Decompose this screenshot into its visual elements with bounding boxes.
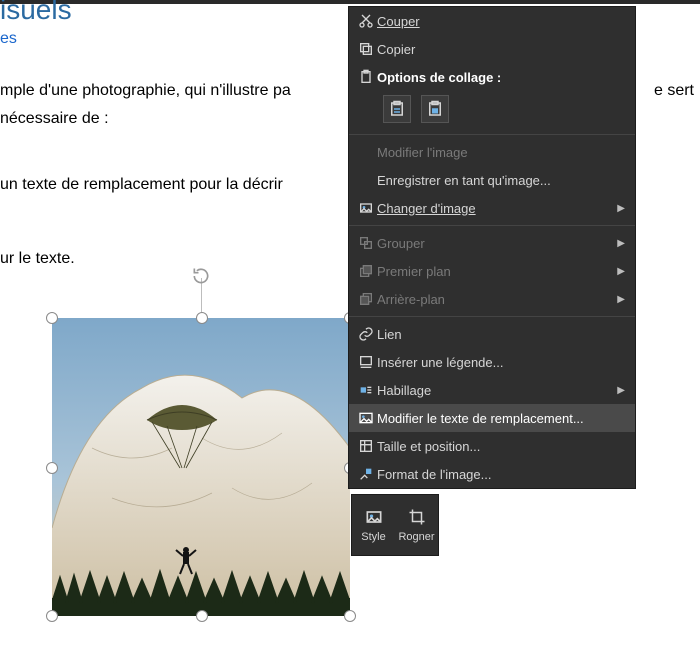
menu-bring-front: Premier plan ▶ bbox=[349, 257, 635, 285]
group-icon bbox=[355, 235, 377, 251]
chevron-right-icon: ▶ bbox=[613, 266, 625, 277]
menu-insert-caption[interactable]: Insérer une légende... bbox=[349, 348, 635, 376]
paste-options-row bbox=[349, 91, 635, 131]
style-icon bbox=[364, 507, 384, 527]
menu-wrap[interactable]: Habillage ▶ bbox=[349, 376, 635, 404]
menu-change-image-label: Changer d'image bbox=[377, 201, 613, 216]
chevron-right-icon: ▶ bbox=[613, 385, 625, 396]
paste-option-picture[interactable] bbox=[421, 95, 449, 123]
menu-bring-front-label: Premier plan bbox=[377, 264, 613, 279]
format-icon bbox=[355, 466, 377, 482]
resize-handle-bl[interactable] bbox=[46, 610, 58, 622]
crop-icon bbox=[408, 507, 426, 527]
clipboard-icon bbox=[355, 69, 377, 85]
copy-icon bbox=[355, 41, 377, 57]
resize-handle-tl[interactable] bbox=[46, 312, 58, 324]
menu-alt-text[interactable]: Modifier le texte de remplacement... bbox=[349, 404, 635, 432]
chevron-right-icon: ▶ bbox=[613, 238, 625, 249]
resize-handle-l[interactable] bbox=[46, 462, 58, 474]
caption-icon bbox=[355, 354, 377, 370]
mini-toolbar-crop-label: Rogner bbox=[398, 531, 434, 543]
body-text-line-2: nécessaire de : bbox=[0, 110, 109, 128]
menu-size-position[interactable]: Taille et position... bbox=[349, 432, 635, 460]
menu-copy[interactable]: Copier bbox=[349, 35, 635, 63]
link-icon bbox=[355, 326, 377, 342]
context-menu: Couper Copier Options de collage : Modif… bbox=[348, 6, 636, 489]
menu-group-label: Grouper bbox=[377, 236, 613, 251]
menu-cut[interactable]: Couper bbox=[349, 7, 635, 35]
menu-wrap-label: Habillage bbox=[377, 383, 613, 398]
menu-group: Grouper ▶ bbox=[349, 229, 635, 257]
menu-paste-header-label: Options de collage : bbox=[377, 70, 625, 85]
menu-send-back-label: Arrière-plan bbox=[377, 292, 613, 307]
menu-alt-text-label: Modifier le texte de remplacement... bbox=[377, 411, 625, 426]
heading-fragment: isuels bbox=[0, 0, 72, 26]
menu-change-image[interactable]: Changer d'image ▶ bbox=[349, 194, 635, 222]
alt-text-icon bbox=[355, 410, 377, 426]
bring-front-icon bbox=[355, 263, 377, 279]
resize-handle-t[interactable] bbox=[196, 312, 208, 324]
menu-insert-caption-label: Insérer une légende... bbox=[377, 355, 625, 370]
menu-format-image[interactable]: Format de l'image... bbox=[349, 460, 635, 488]
body-text-line-3: un texte de remplacement pour la décrir bbox=[0, 176, 283, 194]
menu-format-image-label: Format de l'image... bbox=[377, 467, 625, 482]
menu-cut-label: Couper bbox=[377, 14, 625, 29]
menu-save-as-image[interactable]: Enregistrer en tant qu'image... bbox=[349, 166, 635, 194]
parachute-photo bbox=[52, 318, 350, 616]
mini-toolbar-style-label: Style bbox=[361, 531, 385, 543]
change-image-icon bbox=[355, 200, 377, 216]
menu-separator bbox=[349, 134, 635, 135]
menu-send-back: Arrière-plan ▶ bbox=[349, 285, 635, 313]
rotation-handle[interactable] bbox=[191, 266, 211, 286]
menu-save-as-image-label: Enregistrer en tant qu'image... bbox=[377, 173, 625, 188]
menu-separator bbox=[349, 225, 635, 226]
link-fragment[interactable]: es bbox=[0, 30, 17, 48]
mini-toolbar-crop[interactable]: Rogner bbox=[395, 495, 438, 555]
body-text-line-1: mple d'une photographie, qui n'illustre … bbox=[0, 82, 291, 100]
menu-link-label: Lien bbox=[377, 327, 625, 342]
mini-toolbar: Style Rogner bbox=[351, 494, 439, 556]
menu-paste-header: Options de collage : bbox=[349, 63, 635, 91]
body-text-line-1b: e sert bbox=[654, 82, 694, 100]
ribbon-stub bbox=[0, 0, 700, 4]
menu-link[interactable]: Lien bbox=[349, 320, 635, 348]
wrap-icon bbox=[355, 382, 377, 398]
menu-edit-image: Modifier l'image bbox=[349, 138, 635, 166]
selected-image[interactable] bbox=[52, 318, 350, 616]
resize-handle-b[interactable] bbox=[196, 610, 208, 622]
paste-option-keep-formatting[interactable] bbox=[383, 95, 411, 123]
cut-icon bbox=[355, 13, 377, 29]
mini-toolbar-style[interactable]: Style bbox=[352, 495, 395, 555]
menu-edit-image-label: Modifier l'image bbox=[377, 145, 625, 160]
size-icon bbox=[355, 438, 377, 454]
resize-handle-br[interactable] bbox=[344, 610, 356, 622]
send-back-icon bbox=[355, 291, 377, 307]
menu-separator bbox=[349, 316, 635, 317]
chevron-right-icon: ▶ bbox=[613, 294, 625, 305]
menu-size-position-label: Taille et position... bbox=[377, 439, 625, 454]
body-text-line-4: ur le texte. bbox=[0, 250, 75, 268]
chevron-right-icon: ▶ bbox=[613, 203, 625, 214]
menu-copy-label: Copier bbox=[377, 42, 625, 57]
